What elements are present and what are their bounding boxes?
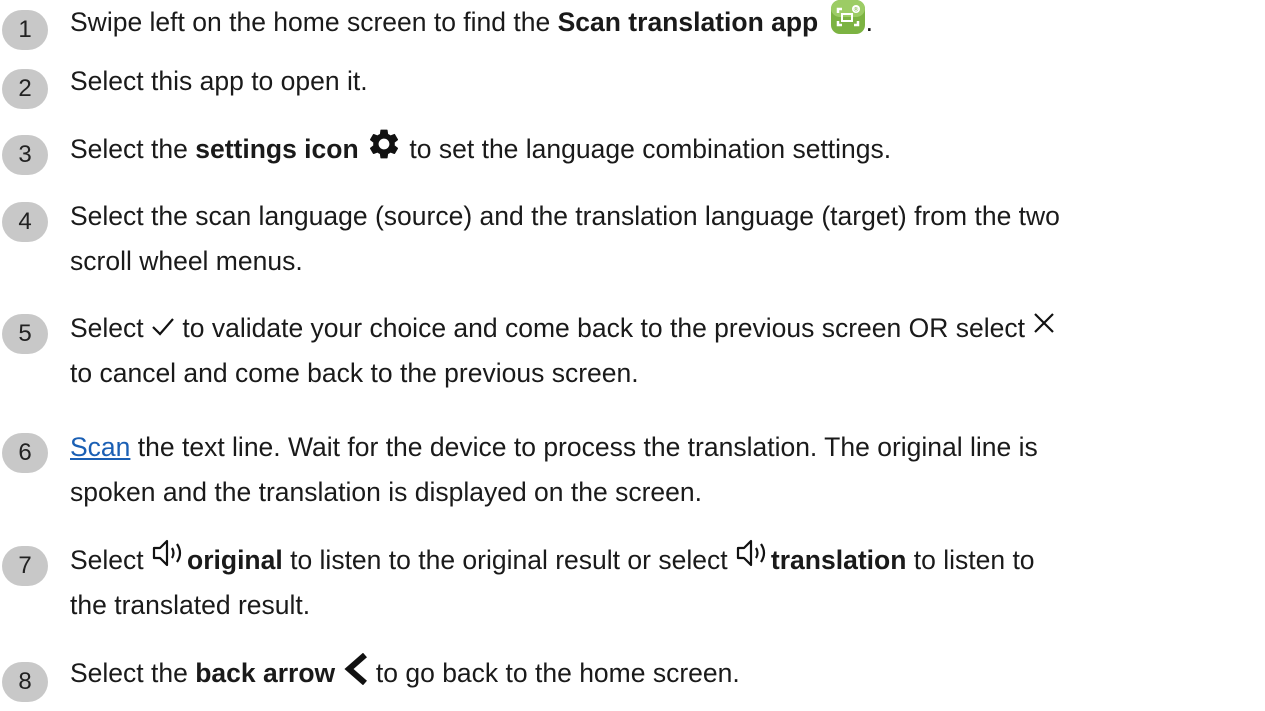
step-text: Select the scan language (source) and th… <box>70 201 1060 276</box>
step-text: Select original to listen to the origina… <box>70 538 1257 628</box>
step-4: 4 Select the scan language (source) and … <box>2 194 1257 290</box>
step-text: Scan the text line. Wait for the device … <box>70 432 1038 507</box>
speaker-icon <box>735 537 771 569</box>
step-3: 3 Select the settings icon to set the la… <box>2 122 1257 178</box>
translation-label: translation <box>770 545 907 575</box>
scan-link[interactable]: Scan <box>70 432 130 462</box>
step-6: 6 Scan the text line. Wait for the devic… <box>2 421 1257 517</box>
step-text: Select the settings icon to set the lang… <box>70 129 1257 169</box>
svg-text:®: ® <box>853 7 859 14</box>
speaker-icon <box>151 537 187 569</box>
step-number-badge: 1 <box>2 10 48 50</box>
instruction-steps: 1 Swipe left on the home screen to find … <box>0 0 1265 711</box>
step-5: 5 Select to validate your choice and com… <box>2 306 1257 402</box>
back-arrow-icon <box>343 653 369 685</box>
step-text: Swipe left on the home screen to find th… <box>70 0 1257 42</box>
step-8: 8 Select the back arrow to go back to th… <box>2 648 1257 704</box>
step-number-badge: 4 <box>2 202 48 242</box>
step-number-badge: 5 <box>2 314 48 354</box>
step-number-badge: 3 <box>2 135 48 175</box>
settings-icon-label: settings icon <box>195 134 359 164</box>
step-number-badge: 8 <box>2 662 48 702</box>
checkmark-icon <box>151 314 175 338</box>
step-7: 7 Select original to listen to the origi… <box>2 534 1257 630</box>
step-text: Select this app to open it. <box>70 66 368 96</box>
step-text: Select to validate your choice and come … <box>70 306 1257 396</box>
app-name: Scan translation app <box>557 7 819 37</box>
step-1: 1 Swipe left on the home screen to find … <box>2 0 1257 50</box>
step-number-badge: 2 <box>2 69 48 109</box>
step-number-badge: 6 <box>2 433 48 473</box>
back-arrow-label: back arrow <box>195 658 336 688</box>
step-text: Select the back arrow to go back to the … <box>70 653 1257 693</box>
step-2: 2 Select this app to open it. <box>2 57 1257 109</box>
close-icon <box>1032 311 1056 335</box>
gear-icon <box>366 126 402 162</box>
step-number-badge: 7 <box>2 546 48 586</box>
scan-translation-app-icon: ® <box>830 0 866 35</box>
original-label: original <box>187 545 283 575</box>
